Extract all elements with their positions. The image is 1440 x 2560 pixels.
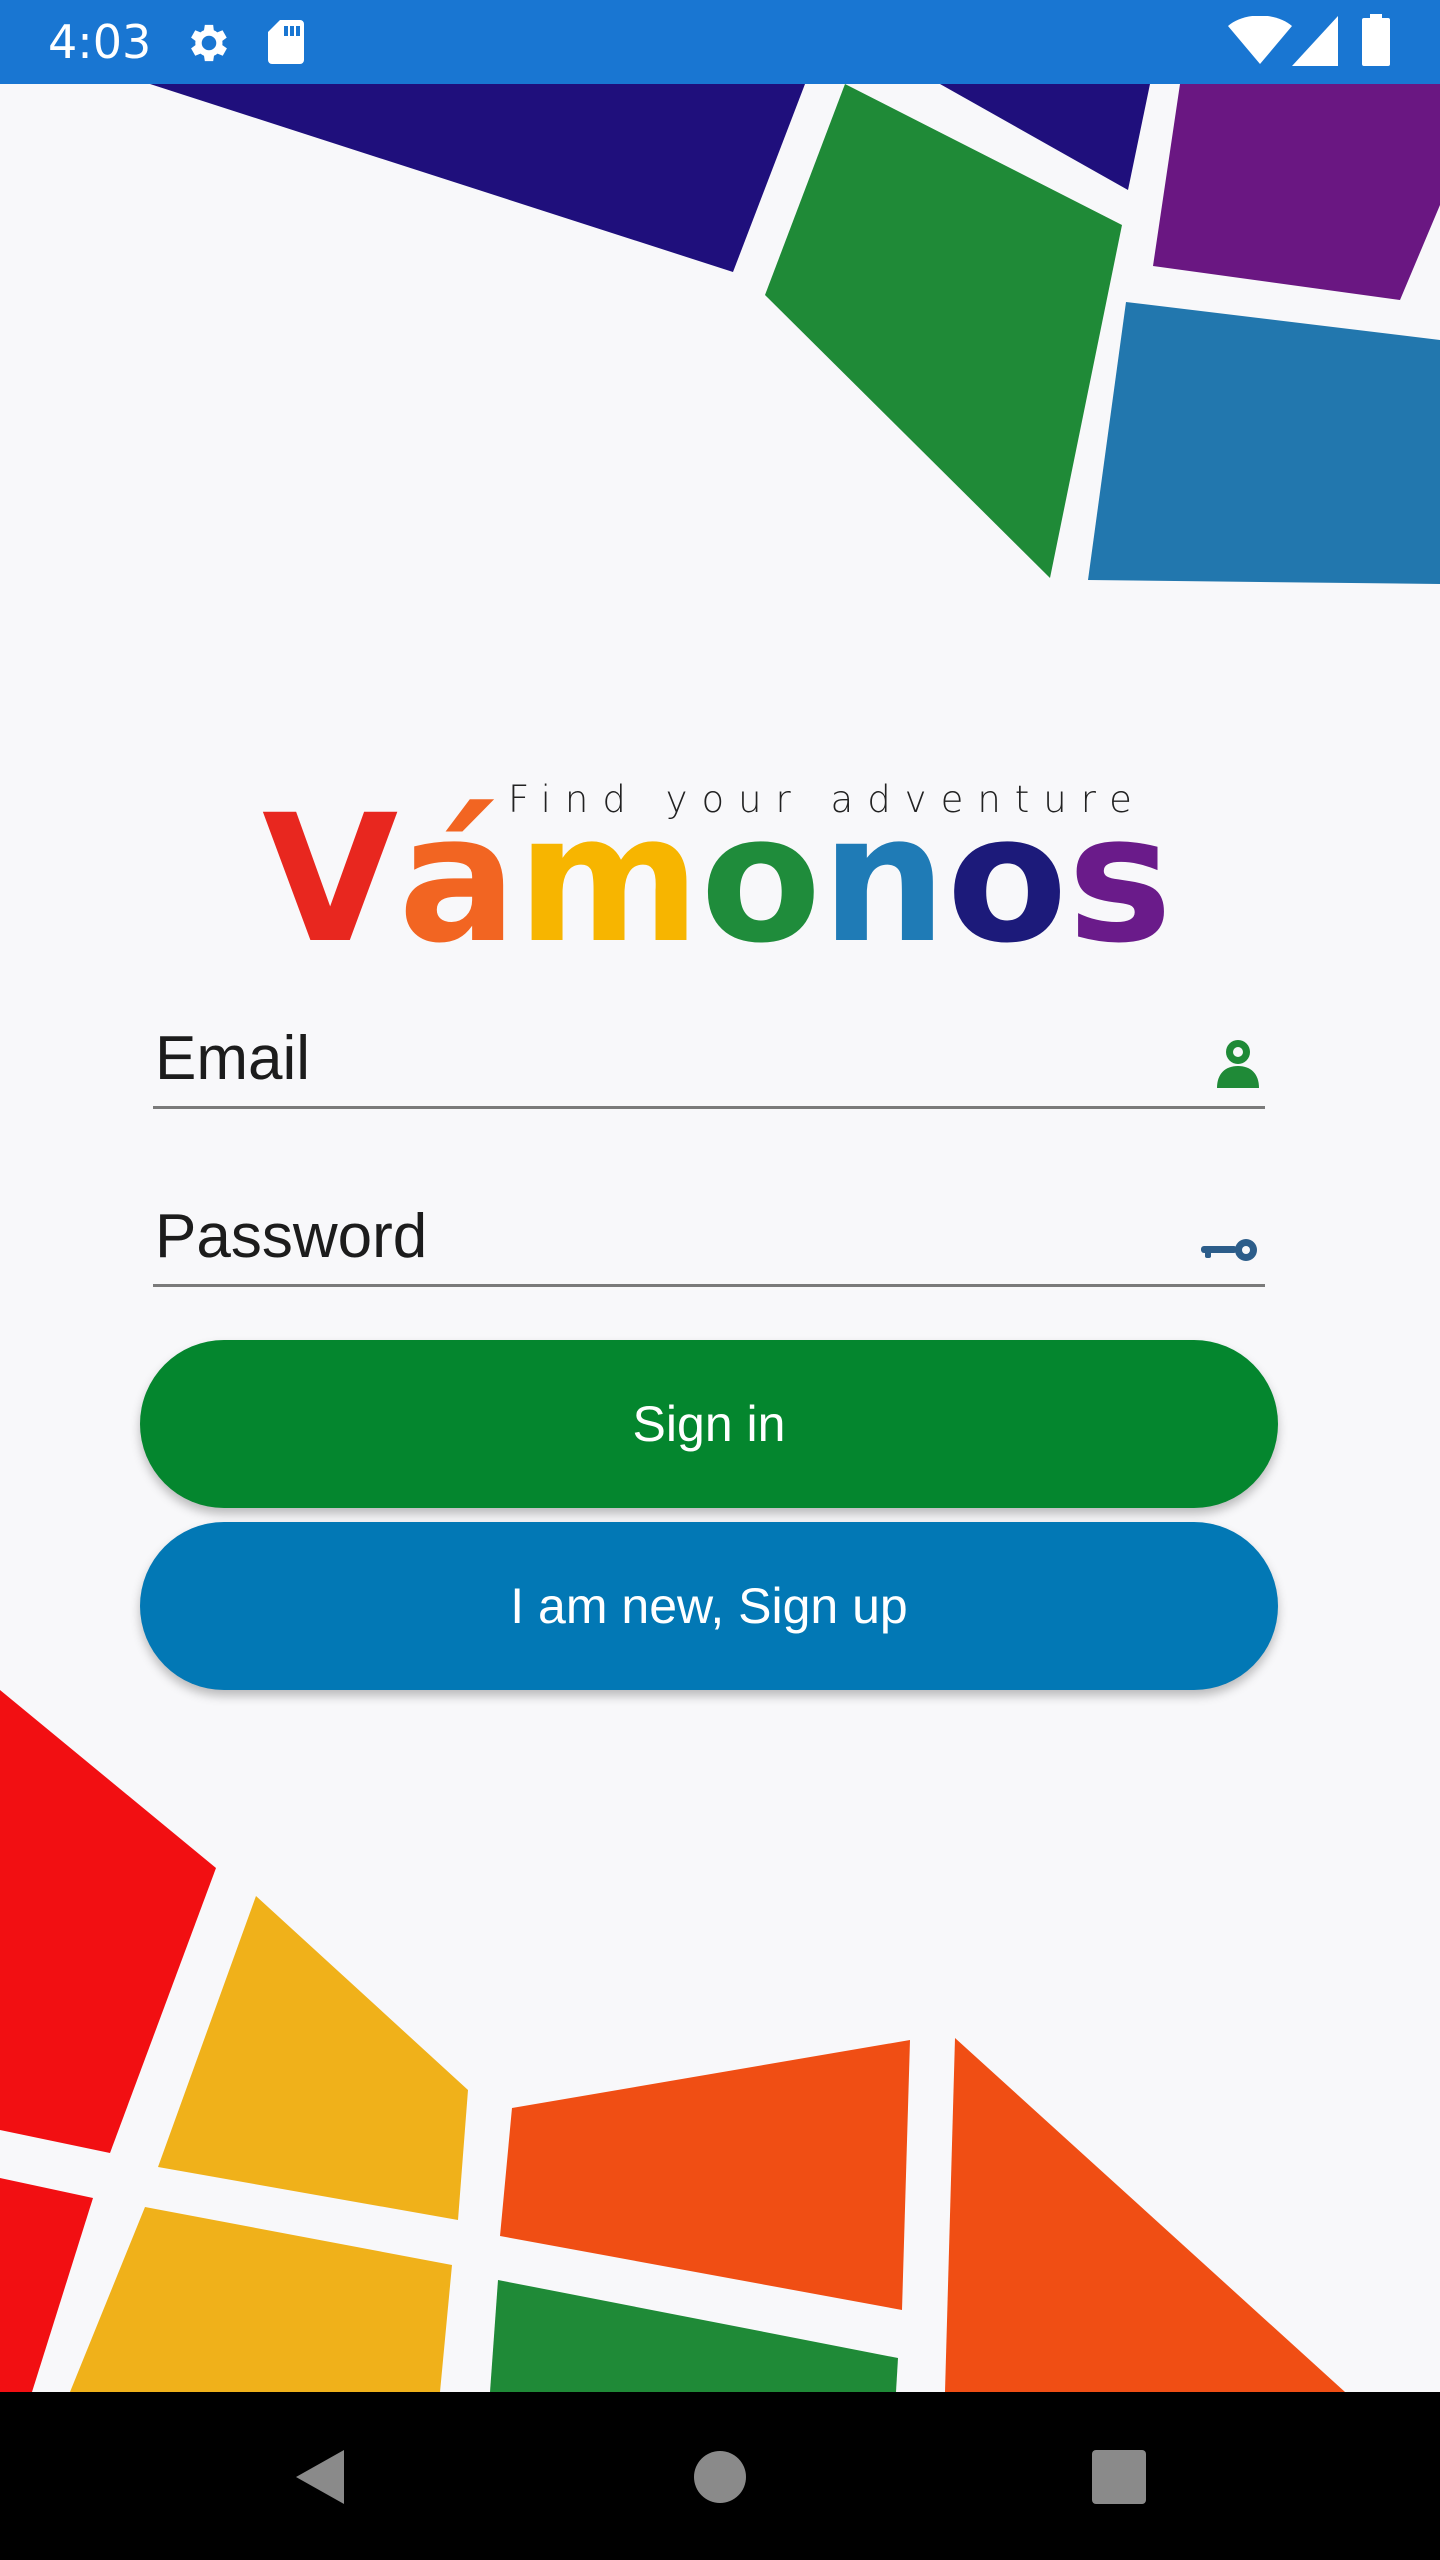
logo-letter: n [821, 777, 947, 982]
logo-letter: m [516, 777, 701, 982]
person-icon [1217, 1040, 1259, 1088]
top-decoration [150, 84, 1440, 584]
app-logo: Find your adventure Vámonos [262, 770, 1172, 980]
key-icon [1201, 1239, 1257, 1261]
logo-letter: o [700, 777, 822, 982]
logo-wordmark: Vámonos [262, 792, 1172, 968]
password-field[interactable]: Password [153, 1174, 1265, 1287]
bottom-decoration [0, 1690, 1345, 2392]
recents-icon[interactable] [1074, 2432, 1164, 2522]
logo-letter: á [398, 777, 517, 982]
navigation-bar [0, 2392, 1440, 2560]
logo-letter: V [262, 777, 399, 982]
home-icon[interactable] [675, 2432, 765, 2522]
email-placeholder: Email [155, 1024, 311, 1093]
back-icon[interactable] [274, 2432, 364, 2522]
logo-letter: s [1067, 777, 1173, 982]
sign-in-button[interactable]: Sign in [140, 1340, 1278, 1508]
password-placeholder: Password [155, 1202, 428, 1271]
sign-up-button[interactable]: I am new, Sign up [140, 1522, 1278, 1690]
email-field[interactable]: Email [153, 996, 1265, 1109]
logo-letter: o [946, 777, 1068, 982]
